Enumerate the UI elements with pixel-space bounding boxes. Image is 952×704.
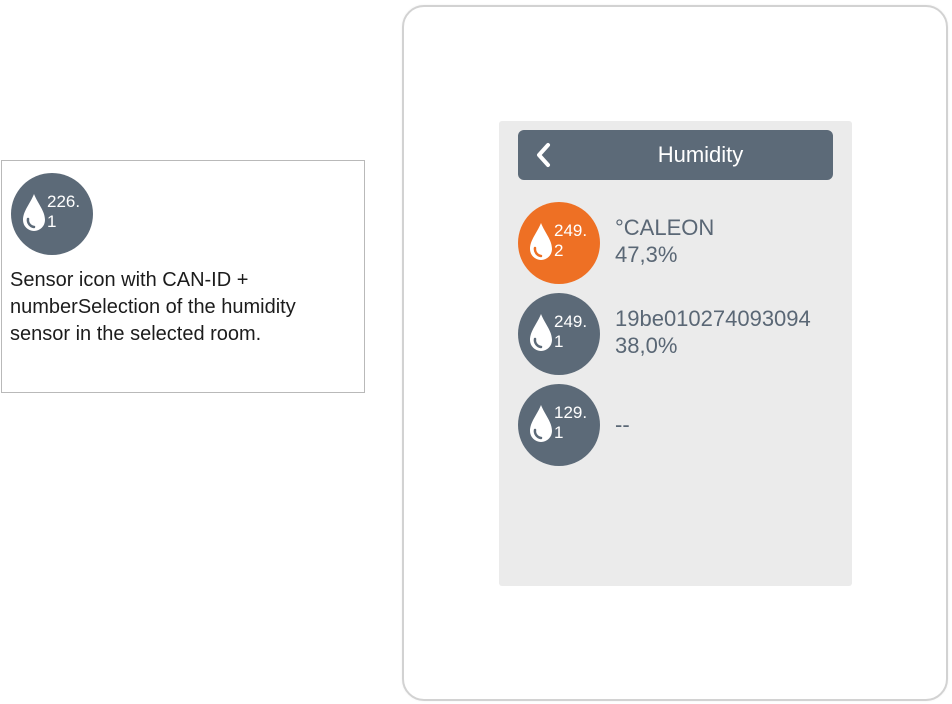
humidity-drop-icon: [23, 194, 45, 231]
can-id-label: 226.: [47, 192, 81, 211]
humidity-drop-icon: [530, 405, 552, 442]
can-id-label: 129.: [554, 403, 588, 422]
legend-sensor-icon: 226. 1: [11, 173, 93, 255]
sensor-name: 19be010274093094: [615, 306, 811, 331]
sensor-row-3[interactable]: 129. 1 --: [518, 384, 838, 466]
humidity-screen: Humidity 249. 2 °CALEON 47,3% 249. 1 19b…: [499, 121, 852, 586]
sensor-icon-selected: 249. 2: [518, 202, 600, 284]
sensor-value: 47,3%: [615, 242, 678, 267]
sensor-value: 38,0%: [615, 333, 678, 358]
sensor-name: --: [615, 412, 630, 437]
legend-description: Sensor icon with CAN-ID + numberSelectio…: [10, 269, 296, 345]
sensor-name: °CALEON: [615, 215, 715, 240]
sensor-number-label: 1: [554, 332, 564, 351]
sensor-info: 19be010274093094 38,0%: [615, 305, 811, 359]
humidity-drop-icon: [530, 223, 552, 260]
can-id-label: 249.: [554, 221, 588, 240]
humidity-drop-icon: [530, 314, 552, 351]
header-bar: Humidity: [518, 130, 833, 180]
legend-box: 226. 1 Sensor icon with CAN-ID + numberS…: [1, 160, 365, 393]
sensor-row-2[interactable]: 249. 1 19be010274093094 38,0%: [518, 293, 838, 375]
chevron-left-icon: [537, 143, 550, 167]
sensor-icon: 249. 1: [518, 293, 600, 375]
stage: 226. 1 Sensor icon with CAN-ID + numberS…: [0, 0, 952, 704]
sensor-icon: 129. 1: [518, 384, 600, 466]
sensor-number-label: 1: [554, 423, 564, 442]
back-button[interactable]: [526, 137, 562, 173]
sensor-info: °CALEON 47,3%: [615, 214, 714, 268]
sensor-row-1[interactable]: 249. 2 °CALEON 47,3%: [518, 202, 838, 284]
can-id-label: 249.: [554, 312, 588, 331]
page-title: Humidity: [657, 142, 744, 167]
sensor-info: --: [615, 411, 630, 438]
sensor-number-label: 2: [554, 241, 564, 260]
sensor-number-label: 1: [47, 212, 57, 231]
